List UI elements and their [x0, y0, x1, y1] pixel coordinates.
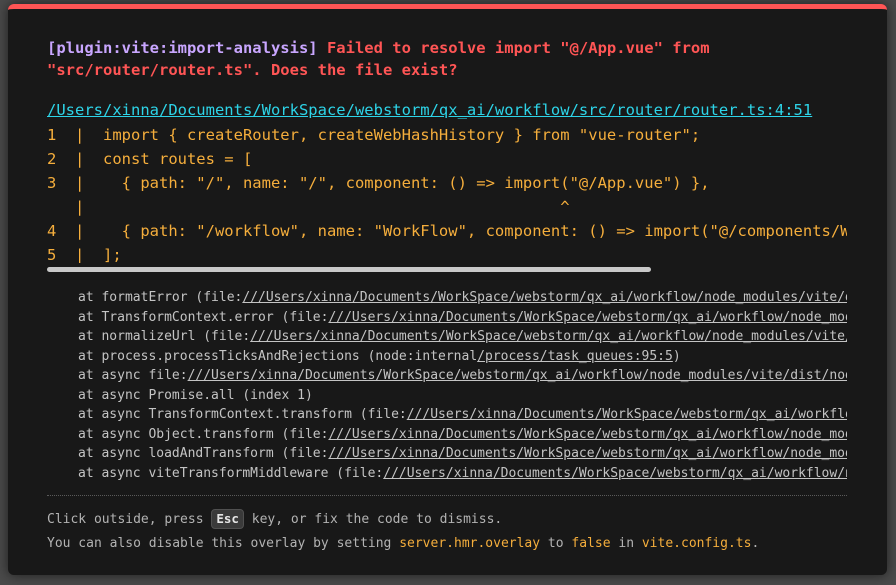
error-message: [plugin:vite:import-analysis] Failed to …: [47, 37, 827, 81]
stack-line: at process.processTicksAndRejections (no…: [78, 347, 847, 367]
stack-line-link[interactable]: ///Users/xinna/Documents/WorkSpace/webst…: [328, 310, 847, 325]
tip-text: key, or fix the code to dismiss.: [243, 512, 503, 527]
stack-line-prefix: at process.processTicksAndRejections (no…: [78, 348, 478, 364]
code-frame-scrollbar[interactable]: [47, 267, 651, 272]
stack-line-prefix: at async loadAndTransform (file:: [78, 446, 329, 461]
stack-line: at TransformContext.error (file:///Users…: [78, 308, 847, 328]
stack-line-prefix: at normalizeUrl (file:: [78, 329, 251, 344]
stack-line-link[interactable]: ///Users/xinna/Documents/WorkSpace/webst…: [407, 407, 847, 422]
plugin-id: [plugin:vite:import-analysis]: [47, 39, 318, 57]
code-frame-caret-line: | ^: [47, 198, 570, 216]
stack-line-link[interactable]: ///Users/xinna/Documents/WorkSpace/webst…: [328, 427, 847, 442]
code-frame-line: 3 | { path: "/", name: "/", component: (…: [47, 174, 710, 192]
error-overlay: [plugin:vite:import-analysis] Failed to …: [8, 4, 887, 575]
error-message-line2: "src/router/router.ts". Does the file ex…: [47, 61, 458, 79]
esc-key: Esc: [211, 509, 244, 529]
code-frame-line: 4 | { path: "/workflow", name: "WorkFlow…: [47, 222, 847, 240]
stack-line-prefix: at async Promise.all (index 1): [78, 387, 313, 403]
stack-line-link[interactable]: /process/task_queues:95:5: [477, 349, 673, 364]
error-message-line1: Failed to resolve import "@/App.vue" fro…: [317, 39, 710, 57]
stack-line-link[interactable]: ///Users/xinna/Documents/WorkSpace/webst…: [328, 446, 847, 461]
stack-line-prefix: at async TransformContext.transform (fil…: [78, 407, 407, 422]
stack-line: at async file:///Users/xinna/Documents/W…: [78, 366, 847, 386]
stack-line-link[interactable]: ///Users/xinna/Documents/WorkSpace/webst…: [242, 290, 847, 305]
stack-line-suffix: ): [672, 348, 681, 364]
stack-line: at async viteTransformMiddleware (file:/…: [78, 464, 847, 484]
stack-line-prefix: at async Object.transform (file:: [78, 426, 329, 442]
stack-line-prefix: at formatError (file:: [78, 290, 243, 305]
config-value: false: [571, 536, 611, 551]
stack-line: at normalizeUrl (file:///Users/xinna/Doc…: [78, 327, 847, 347]
stack-line-prefix: at TransformContext.error (file:: [78, 309, 329, 325]
stack-line: at async loadAndTransform (file:///Users…: [78, 444, 847, 464]
code-frame-line: 2 | const routes = [: [47, 150, 253, 168]
config-file: vite.config.ts: [641, 536, 752, 551]
stack-line-prefix: at async viteTransformMiddleware (file:: [78, 465, 384, 481]
stack-line: at formatError (file:///Users/xinna/Docu…: [78, 288, 847, 308]
stack-line-link[interactable]: ///Users/xinna/Documents/WorkSpace/webst…: [250, 329, 847, 344]
stack-line-prefix: at async file:: [78, 368, 188, 383]
tip-text: in: [610, 536, 642, 551]
stack-line-link[interactable]: ///Users/xinna/Documents/WorkSpace/webst…: [383, 466, 847, 481]
stack-line-link[interactable]: ///Users/xinna/Documents/WorkSpace/webst…: [188, 368, 847, 383]
stack-line: at async TransformContext.transform (fil…: [78, 405, 847, 425]
config-key: server.hmr.overlay: [399, 536, 541, 551]
divider: [47, 495, 847, 496]
tip-text: Click outside, press: [47, 512, 212, 527]
tip-text: to: [540, 536, 572, 551]
stack-line: at async Object.transform (file:///Users…: [78, 425, 847, 445]
dismiss-tip: Click outside, press Esc key, or fix the…: [47, 509, 847, 530]
disable-tip: You can also disable this overlay by set…: [47, 534, 847, 554]
error-file-link[interactable]: /Users/xinna/Documents/WorkSpace/webstor…: [47, 99, 812, 121]
code-frame: 1 | import { createRouter, createWebHash…: [47, 123, 847, 263]
code-frame-line: 5 | ];: [47, 246, 122, 263]
tip-text: .: [751, 536, 760, 551]
code-frame-line: 1 | import { createRouter, createWebHash…: [47, 126, 701, 144]
stack-trace: at formatError (file:///Users/xinna/Docu…: [78, 288, 847, 483]
stack-line: at async Promise.all (index 1): [78, 386, 847, 406]
tip-text: You can also disable this overlay by set…: [47, 536, 400, 551]
